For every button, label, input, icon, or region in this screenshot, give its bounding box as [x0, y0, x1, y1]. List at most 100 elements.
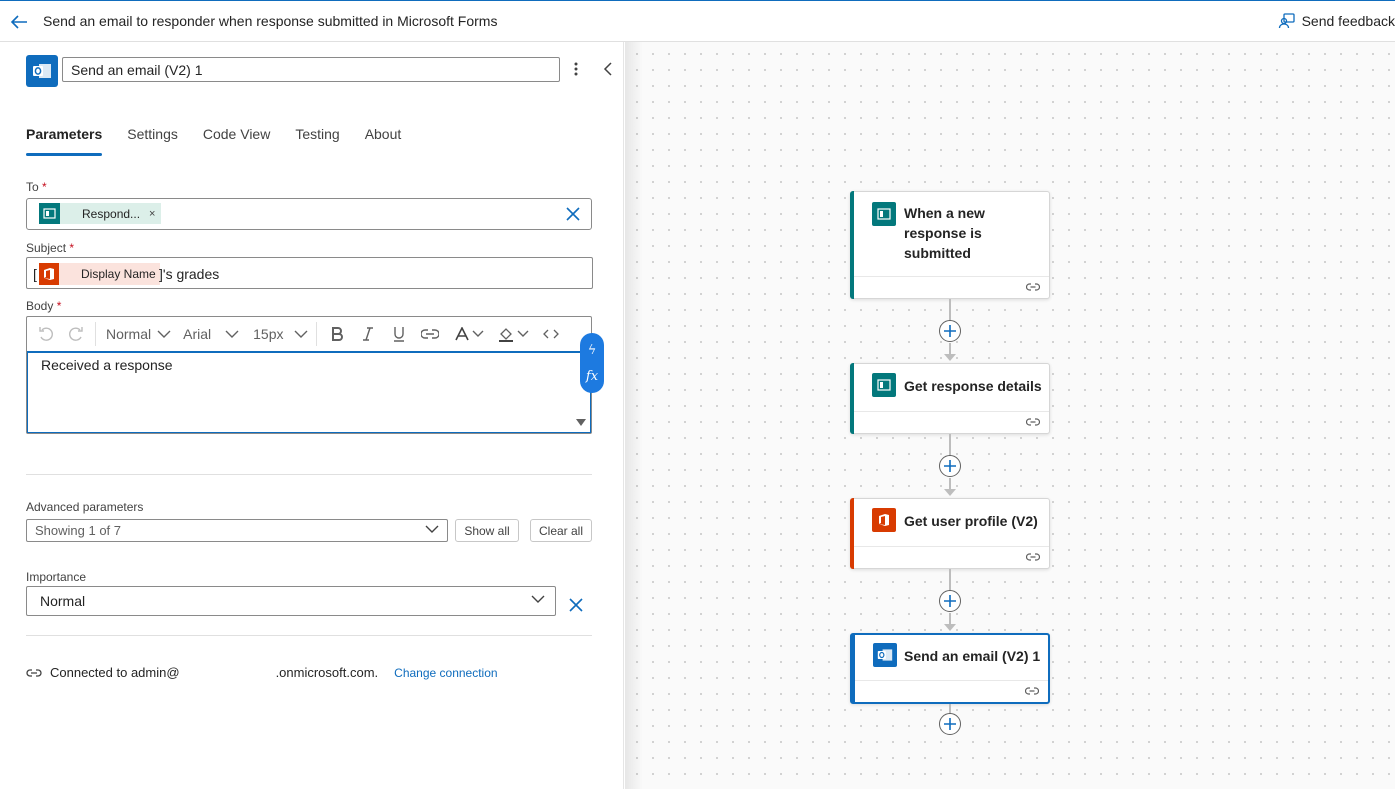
clear-icon[interactable] [568, 597, 584, 613]
to-field[interactable]: Respond... × [26, 198, 592, 230]
connection-account-domain: .onmicrosoft.com. [275, 665, 379, 680]
connection-link-icon [1025, 687, 1039, 695]
required-mark: * [42, 180, 47, 194]
paragraph-style-dropdown[interactable]: Normal [106, 326, 171, 342]
connection-account-prefix: Connected to admin@ [50, 665, 180, 680]
undo-icon[interactable] [37, 325, 55, 343]
flow-step-trigger[interactable]: When a new response is submitted [850, 191, 1050, 299]
office-icon [39, 263, 59, 285]
chevron-down-icon [225, 330, 239, 338]
step-footer [855, 680, 1048, 702]
send-feedback-button[interactable]: Send feedback [1278, 12, 1395, 30]
redo-icon[interactable] [67, 325, 85, 343]
flow-canvas[interactable]: When a new response is submitted Get res… [625, 42, 1395, 789]
chevron-down-icon [472, 330, 483, 337]
chevron-down-icon [531, 595, 545, 603]
paragraph-style-value: Normal [106, 326, 152, 342]
connector-arrow [944, 489, 956, 496]
outlook-icon [26, 55, 58, 87]
expression-fx-icon[interactable]: fx [586, 369, 598, 384]
clear-icon[interactable] [565, 206, 581, 222]
plus-icon [944, 718, 956, 730]
tab-testing[interactable]: Testing [295, 126, 339, 156]
action-name-input[interactable] [62, 57, 560, 82]
scroll-down-icon[interactable] [576, 419, 586, 426]
body-label-text: Body [26, 299, 54, 313]
font-family-dropdown[interactable]: Arial [183, 326, 239, 342]
flow-step-get-user-profile[interactable]: Get user profile (V2) [850, 498, 1050, 569]
italic-icon[interactable] [362, 327, 373, 341]
underline-icon[interactable] [393, 326, 405, 342]
tab-settings[interactable]: Settings [127, 126, 178, 156]
chevron-left-icon [603, 62, 612, 76]
step-footer [854, 546, 1049, 568]
font-size-dropdown[interactable]: 15px [253, 326, 307, 342]
clear-all-button[interactable]: Clear all [530, 519, 592, 542]
toolbar-divider [315, 322, 317, 346]
tab-parameters[interactable]: Parameters [26, 126, 103, 156]
top-bar: Send an email to responder when response… [0, 0, 1395, 42]
importance-dropdown[interactable]: Normal [26, 586, 556, 616]
dynamic-content-icon[interactable]: ϟ [588, 343, 597, 358]
connector-arrow [944, 354, 956, 361]
section-divider [26, 635, 592, 636]
add-step-button[interactable] [939, 455, 961, 477]
body-text-area[interactable]: Received a response [27, 353, 591, 433]
connection-link-icon [1026, 283, 1040, 291]
font-family-value: Arial [183, 326, 212, 342]
step-title: Send an email (V2) 1 [904, 648, 1041, 664]
required-mark: * [69, 241, 75, 255]
subject-suffix: ]'s grades [159, 266, 220, 282]
more-options-button[interactable] [566, 58, 586, 80]
bold-icon[interactable] [331, 327, 343, 341]
panel-shadow [625, 42, 643, 789]
section-divider [26, 474, 592, 475]
responder-token-label: Respond... [82, 206, 141, 221]
subject-label: Subject * [26, 241, 74, 255]
step-title: Get user profile (V2) [904, 513, 1038, 529]
advanced-parameters-value: Showing 1 of 7 [35, 523, 122, 538]
toolbar-divider [95, 322, 96, 346]
step-footer [854, 411, 1049, 433]
responder-token[interactable]: Respond... × [39, 203, 162, 224]
back-arrow-icon[interactable] [8, 11, 30, 33]
step-title: Get response details [904, 378, 1042, 394]
code-view-icon[interactable] [542, 329, 559, 339]
add-step-button[interactable] [939, 590, 961, 612]
action-config-panel: Parameters Settings Code View Testing Ab… [0, 42, 624, 789]
forms-icon [39, 203, 60, 224]
flow-step-get-response-details[interactable]: Get response details [850, 363, 1050, 434]
remove-token-button[interactable]: × [149, 208, 155, 220]
forms-icon [872, 202, 896, 226]
plus-icon [944, 460, 956, 472]
font-size-value: 15px [253, 326, 284, 342]
add-step-button[interactable] [939, 713, 961, 735]
importance-label: Importance [26, 570, 87, 584]
advanced-parameters-dropdown[interactable]: Showing 1 of 7 [26, 519, 448, 542]
link-icon[interactable] [420, 329, 439, 339]
required-mark: * [56, 299, 62, 313]
dynamic-content-pill: ϟ fx [580, 333, 604, 393]
font-color-dropdown[interactable] [454, 327, 484, 341]
tab-code-view[interactable]: Code View [203, 126, 270, 156]
office-icon [872, 508, 896, 532]
step-footer [854, 276, 1049, 298]
subject-prefix: [ [33, 266, 37, 282]
display-name-token[interactable]: Display Name [39, 263, 160, 285]
change-connection-link[interactable]: Change connection [394, 666, 497, 680]
advanced-parameters-label: Advanced parameters [26, 500, 144, 514]
step-title: When a new response is submitted [904, 205, 985, 261]
collapse-panel-button[interactable] [598, 58, 618, 80]
subject-field[interactable]: [ Display Name ]'s grades [26, 257, 593, 289]
show-all-button[interactable]: Show all [455, 519, 519, 542]
fill-color-icon [498, 328, 513, 342]
outlook-icon [873, 643, 897, 667]
highlight-color-dropdown[interactable] [498, 326, 529, 342]
chevron-down-icon [425, 525, 439, 533]
flow-step-send-email[interactable]: Send an email (V2) 1 [850, 633, 1050, 704]
add-step-button[interactable] [939, 320, 961, 342]
send-feedback-label: Send feedback [1301, 13, 1395, 29]
plus-icon [944, 325, 956, 337]
display-name-token-label: Display Name [81, 267, 156, 281]
tab-about[interactable]: About [365, 126, 402, 156]
